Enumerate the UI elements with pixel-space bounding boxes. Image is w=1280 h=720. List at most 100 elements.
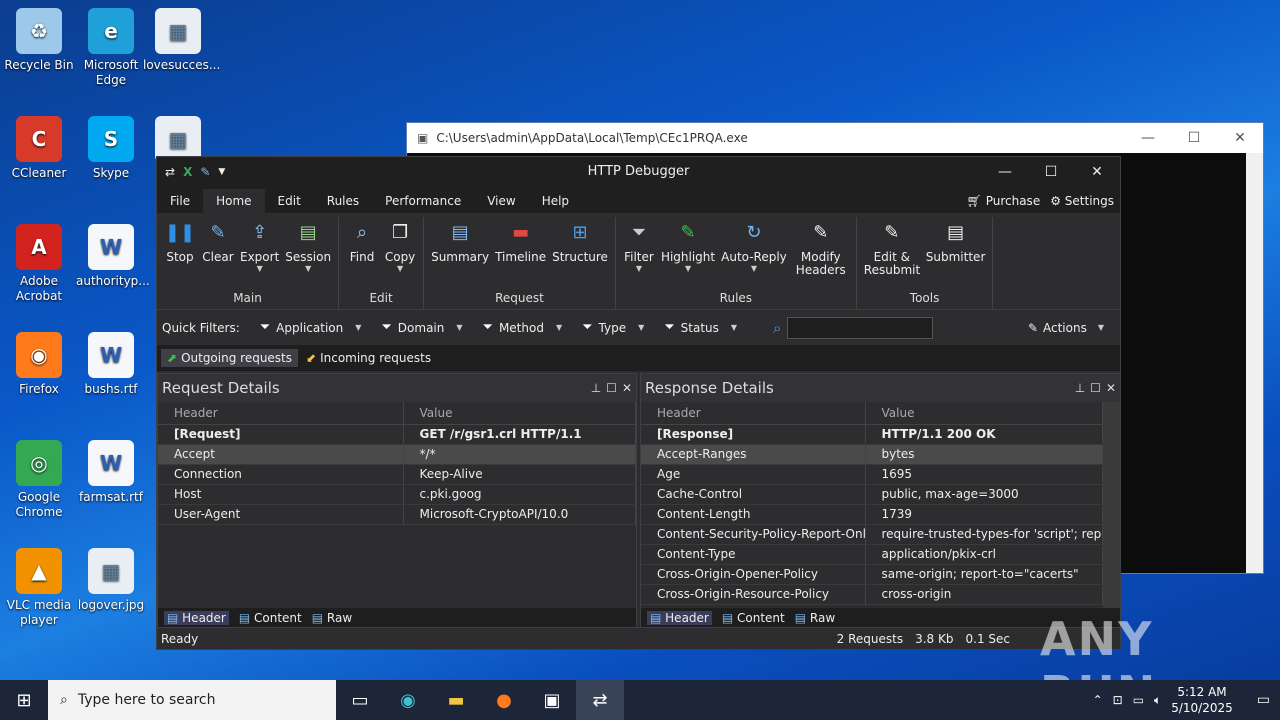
filter-status[interactable]: ⏷ Status ▼ [664, 320, 737, 335]
menu-performance[interactable]: Performance [372, 189, 474, 213]
desktop-icon[interactable]: Wauthorityp... [76, 224, 150, 289]
table-row[interactable]: Content-Length 1739 [641, 504, 1103, 525]
close-icon[interactable]: ✕ [1217, 130, 1263, 146]
table-row[interactable]: User-Agent Microsoft-CryptoAPI/10.0 [158, 504, 636, 525]
summary-button[interactable]: ▤ Summary [428, 217, 492, 291]
purchase-button[interactable]: 🛒︎ Purchase [967, 189, 1041, 213]
swap-icon[interactable]: ⇄ [165, 165, 175, 179]
edge-taskbar-icon[interactable]: ◉ [384, 680, 432, 720]
table-row[interactable]: Cache-Control public, max-age=3000 [641, 484, 1103, 505]
table-row[interactable]: Host c.pki.goog [158, 484, 636, 505]
clear-button[interactable]: ✎ Clear [199, 217, 237, 291]
table-row[interactable]: Cross-Origin-Resource-Policy cross-origin [641, 584, 1103, 605]
filter-domain[interactable]: ⏷ Domain ▼ [381, 320, 462, 335]
start-button[interactable]: ⊞ [0, 690, 48, 711]
menu-home[interactable]: Home [203, 189, 265, 213]
monitor-icon[interactable]: ▭ [1133, 693, 1144, 707]
table-row[interactable]: Cross-Origin-Opener-Policy same-origin; r… [641, 564, 1103, 585]
settings-button[interactable]: ⚙ Settings [1050, 189, 1114, 213]
menu-help[interactable]: Help [529, 189, 582, 213]
view-tab-raw[interactable]: ▤ Raw [312, 611, 352, 625]
desktop-icon[interactable]: S Skype [76, 116, 146, 181]
table-row[interactable]: Content-Security-Policy-Report-Only requi… [641, 524, 1103, 545]
excel-icon[interactable]: X [183, 165, 192, 179]
menu-view[interactable]: View [474, 189, 528, 213]
search-box[interactable]: ⌕ Type here to search [48, 680, 336, 720]
desktop-icon[interactable]: e Microsoft Edge [76, 8, 146, 88]
actions-button[interactable]: ✎ Actions ▼ [1028, 321, 1104, 335]
console-scrollbar[interactable] [1246, 153, 1263, 573]
edit-resubmit-button[interactable]: ✎ Edit & Resubmit [861, 217, 923, 291]
value-column[interactable]: Value [403, 402, 636, 425]
structure-button[interactable]: ⊞ Structure [549, 217, 611, 291]
highlight-button[interactable]: ✎ Highlight ▼ [658, 217, 718, 291]
desktop-icon[interactable]: ◉ Firefox [4, 332, 74, 397]
copy-button[interactable]: ❐ Copy ▼ [381, 217, 419, 291]
tab-incoming[interactable]: ⬋ Incoming requests [300, 349, 437, 367]
desktop-icon[interactable]: ▲ VLC media player [4, 548, 74, 628]
maximize-icon[interactable]: ☐ [1090, 381, 1101, 395]
header-column[interactable]: Header [158, 402, 404, 425]
minimize-icon[interactable]: — [1125, 130, 1171, 146]
table-row[interactable]: [Request] GET /r/gsr1.crl HTTP/1.1 [158, 424, 636, 445]
tab-outgoing[interactable]: ⬈ Outgoing requests [161, 349, 299, 367]
clock[interactable]: 5:12 AM 5/10/2025 [1171, 684, 1233, 716]
view-tab-header[interactable]: ▤ Header [647, 611, 712, 625]
auto-reply-button[interactable]: ↻ Auto-Reply ▼ [718, 217, 790, 291]
desktop-icon[interactable]: ◎ Google Chrome [4, 440, 74, 520]
titlebar[interactable]: ⇄ X ✎ ▼ HTTP Debugger — ☐ ✕ [157, 157, 1120, 187]
app-taskbar-icon[interactable]: ▣ [528, 680, 576, 720]
menu-file[interactable]: File [157, 189, 203, 213]
export-button[interactable]: ⇪ Export ▼ [237, 217, 282, 291]
minimize-icon[interactable]: — [982, 164, 1028, 180]
view-tab-content[interactable]: ▤ Content [239, 611, 302, 625]
pin-icon[interactable]: ⊥ [591, 381, 601, 395]
chevron-down-icon[interactable]: ▼ [218, 167, 225, 177]
timeline-button[interactable]: ▬ Timeline [492, 217, 549, 291]
network-icon[interactable]: ⊡ [1113, 693, 1123, 707]
table-row[interactable]: Content-Type application/pkix-crl [641, 544, 1103, 565]
header-column[interactable]: Header [641, 402, 866, 425]
desktop-icon[interactable]: Wbushs.rtf [76, 332, 146, 397]
maximize-icon[interactable]: ☐ [606, 381, 617, 395]
volume-icon[interactable]: 🔈︎ [1154, 693, 1161, 708]
filter-button[interactable]: ⏷ Filter ▼ [620, 217, 658, 291]
task-view-icon[interactable]: ▭ [336, 680, 384, 720]
close-icon[interactable]: ✕ [1074, 164, 1120, 180]
console-titlebar[interactable]: ▣ C:\Users\admin\AppData\Local\Temp\CEc1… [407, 123, 1263, 153]
pin-icon[interactable]: ⊥ [1075, 381, 1085, 395]
desktop-icon[interactable]: A Adobe Acrobat [4, 224, 74, 304]
filter-type[interactable]: ⏷ Type ▼ [582, 320, 644, 335]
stop-button[interactable]: ❚❚ Stop [161, 217, 199, 291]
file-explorer-icon[interactable]: ▬ [432, 680, 480, 720]
session-button[interactable]: ▤ Session ▼ [282, 217, 334, 291]
close-icon[interactable]: ✕ [1106, 381, 1116, 395]
close-icon[interactable]: ✕ [622, 381, 632, 395]
table-row[interactable]: Connection Keep-Alive [158, 464, 636, 485]
desktop-icon[interactable]: C CCleaner [4, 116, 74, 181]
http-debugger-taskbar-icon[interactable]: ⇄ [576, 680, 624, 720]
view-tab-header[interactable]: ▤ Header [164, 611, 229, 625]
table-row[interactable]: Accept-Ranges bytes [641, 444, 1103, 465]
modify-headers-button[interactable]: ✎ Modify Headers [790, 217, 852, 291]
filter-application[interactable]: ⏷ Application ▼ [260, 320, 362, 335]
desktop-icon[interactable]: Wfarmsat.rtf [76, 440, 146, 505]
value-column[interactable]: Value [865, 402, 1103, 425]
desktop-icon[interactable]: ▦ logover.jpg [76, 548, 146, 613]
view-tab-raw[interactable]: ▤ Raw [795, 611, 835, 625]
filter-method[interactable]: ⏷ Method ▼ [483, 320, 563, 335]
table-row[interactable]: [Response] HTTP/1.1 200 OK [641, 424, 1103, 445]
find-button[interactable]: ⌕ Find [343, 217, 381, 291]
menu-edit[interactable]: Edit [265, 189, 314, 213]
view-tab-content[interactable]: ▤ Content [722, 611, 785, 625]
maximize-icon[interactable]: ☐ [1028, 164, 1074, 180]
submitter-button[interactable]: ▤ Submitter [923, 217, 989, 291]
firefox-taskbar-icon[interactable]: ● [480, 680, 528, 720]
maximize-icon[interactable]: ☐ [1171, 130, 1217, 146]
chevron-up-icon[interactable]: ⌃ [1093, 693, 1103, 707]
http-debugger-window[interactable]: ⇄ X ✎ ▼ HTTP Debugger — ☐ ✕ File Home Edit… [156, 156, 1121, 650]
desktop-icon[interactable]: ♻ Recycle Bin [4, 8, 74, 73]
notification-icon[interactable]: ▭ [1257, 692, 1270, 708]
brush-icon[interactable]: ✎ [200, 165, 210, 179]
menu-rules[interactable]: Rules [314, 189, 372, 213]
